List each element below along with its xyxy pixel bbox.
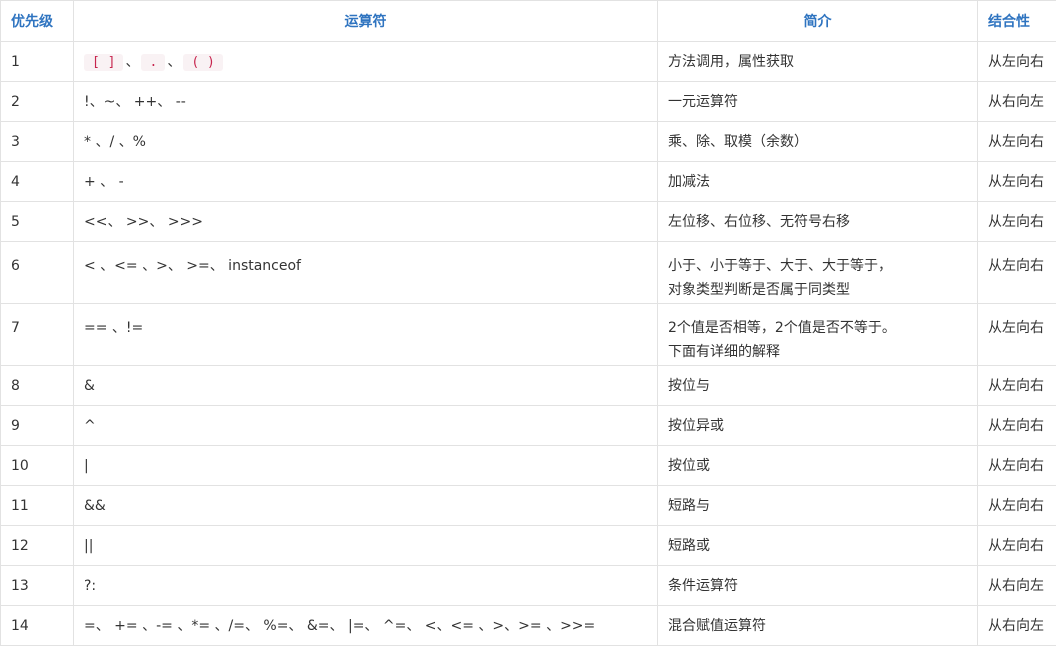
associativity-cell: 从左向右 <box>977 445 1056 486</box>
associativity-cell: 从左向右 <box>977 485 1056 526</box>
associativity-cell: 从左向右 <box>977 201 1056 242</box>
associativity-cell: 从左向右 <box>977 161 1056 202</box>
operators-cell: !、~、 ++、 -- <box>73 81 658 122</box>
description-cell: 2个值是否相等，2个值是否不等于。 下面有详细的解释 <box>657 303 978 366</box>
description-cell: 按位或 <box>657 445 978 486</box>
table-row: 11 && 短路与 从左向右 <box>0 485 1056 526</box>
code-dot: . <box>141 54 166 71</box>
table-row: 12 || 短路或 从左向右 <box>0 525 1056 566</box>
priority-cell: 8 <box>0 365 74 406</box>
priority-cell: 10 <box>0 445 74 486</box>
associativity-cell: 从左向右 <box>977 41 1056 82</box>
table-row: 3 * 、/ 、% 乘、除、取模（余数） 从左向右 <box>0 121 1056 162</box>
associativity-cell: 从右向左 <box>977 81 1056 122</box>
table-row: 14 =、 += 、-= 、*= 、/=、 %=、 &=、 |=、 ^=、 <、<… <box>0 605 1056 646</box>
operators-cell: & <box>73 365 658 406</box>
associativity-cell: 从左向右 <box>977 121 1056 162</box>
operators-cell: == 、!= <box>73 303 658 366</box>
table-row: 5 <<、 >>、 >>> 左位移、右位移、无符号右移 从左向右 <box>0 201 1056 242</box>
operators-cell: || <box>73 525 658 566</box>
header-description: 简介 <box>657 0 978 42</box>
header-associativity: 结合性 <box>977 0 1056 42</box>
priority-cell: 7 <box>0 303 74 366</box>
associativity-cell: 从左向右 <box>977 303 1056 366</box>
description-cell: 小于、小于等于、大于、大于等于， 对象类型判断是否属于同类型 <box>657 241 978 304</box>
table-row: 10 | 按位或 从左向右 <box>0 445 1056 486</box>
header-priority: 优先级 <box>0 0 74 42</box>
operators-cell: | <box>73 445 658 486</box>
operators-cell: [ ]、.、( ) <box>73 41 658 82</box>
description-cell: 乘、除、取模（余数） <box>657 121 978 162</box>
priority-cell: 6 <box>0 241 74 304</box>
priority-cell: 11 <box>0 485 74 526</box>
operators-cell: + 、 - <box>73 161 658 202</box>
table-row: 13?: 条件运算符 从右向左 <box>0 565 1056 606</box>
table-row: 4 + 、 - 加减法 从左向右 <box>0 161 1056 202</box>
table-row: 2 !、~、 ++、 -- 一元运算符 从右向左 <box>0 81 1056 122</box>
description-cell: 一元运算符 <box>657 81 978 122</box>
associativity-cell: 从左向右 <box>977 365 1056 406</box>
description-cell: 按位异或 <box>657 405 978 446</box>
associativity-cell: 从左向右 <box>977 525 1056 566</box>
header-operators: 运算符 <box>73 0 658 42</box>
description-cell: 条件运算符 <box>657 565 978 606</box>
description-cell: 短路或 <box>657 525 978 566</box>
priority-cell: 2 <box>0 81 74 122</box>
table-row: 9 ^ 按位异或 从左向右 <box>0 405 1056 446</box>
priority-cell: 14 <box>0 605 74 646</box>
table-row: 6 < 、<= 、>、 >=、 instanceof 小于、小于等于、大于、大于等于… <box>0 241 1056 304</box>
description-cell: 混合赋值运算符 <box>657 605 978 646</box>
operators-cell: && <box>73 485 658 526</box>
description-cell: 方法调用，属性获取 <box>657 41 978 82</box>
table-row: 7 == 、!= 2个值是否相等，2个值是否不等于。 下面有详细的解释 从左向右 <box>0 303 1056 366</box>
priority-cell: 5 <box>0 201 74 242</box>
operator-precedence-table: 优先级 运算符 简介 结合性 1 [ ]、.、( ) 方法调用，属性获取 从左向… <box>0 0 1056 646</box>
description-cell: 左位移、右位移、无符号右移 <box>657 201 978 242</box>
operators-cell: =、 += 、-= 、*= 、/=、 %=、 &=、 |=、 ^=、 <、<= … <box>73 605 658 646</box>
table-row: 1 [ ]、.、( ) 方法调用，属性获取 从左向右 <box>0 41 1056 82</box>
priority-cell: 9 <box>0 405 74 446</box>
description-cell: 短路与 <box>657 485 978 526</box>
operators-cell: ?: <box>73 565 658 606</box>
description-cell: 按位与 <box>657 365 978 406</box>
priority-cell: 13 <box>0 565 74 606</box>
operators-cell: * 、/ 、% <box>73 121 658 162</box>
operators-cell: <<、 >>、 >>> <box>73 201 658 242</box>
code-parens: ( ) <box>183 54 223 71</box>
priority-cell: 3 <box>0 121 74 162</box>
associativity-cell: 从左向右 <box>977 241 1056 304</box>
associativity-cell: 从右向左 <box>977 605 1056 646</box>
operators-cell: < 、<= 、>、 >=、 instanceof <box>73 241 658 304</box>
priority-cell: 12 <box>0 525 74 566</box>
associativity-cell: 从左向右 <box>977 405 1056 446</box>
code-brackets: [ ] <box>84 54 124 71</box>
operators-cell: ^ <box>73 405 658 446</box>
table-row: 8 & 按位与 从左向右 <box>0 365 1056 406</box>
priority-cell: 1 <box>0 41 74 82</box>
priority-cell: 4 <box>0 161 74 202</box>
description-cell: 加减法 <box>657 161 978 202</box>
table-header-row: 优先级 运算符 简介 结合性 <box>0 0 1056 42</box>
associativity-cell: 从右向左 <box>977 565 1056 606</box>
